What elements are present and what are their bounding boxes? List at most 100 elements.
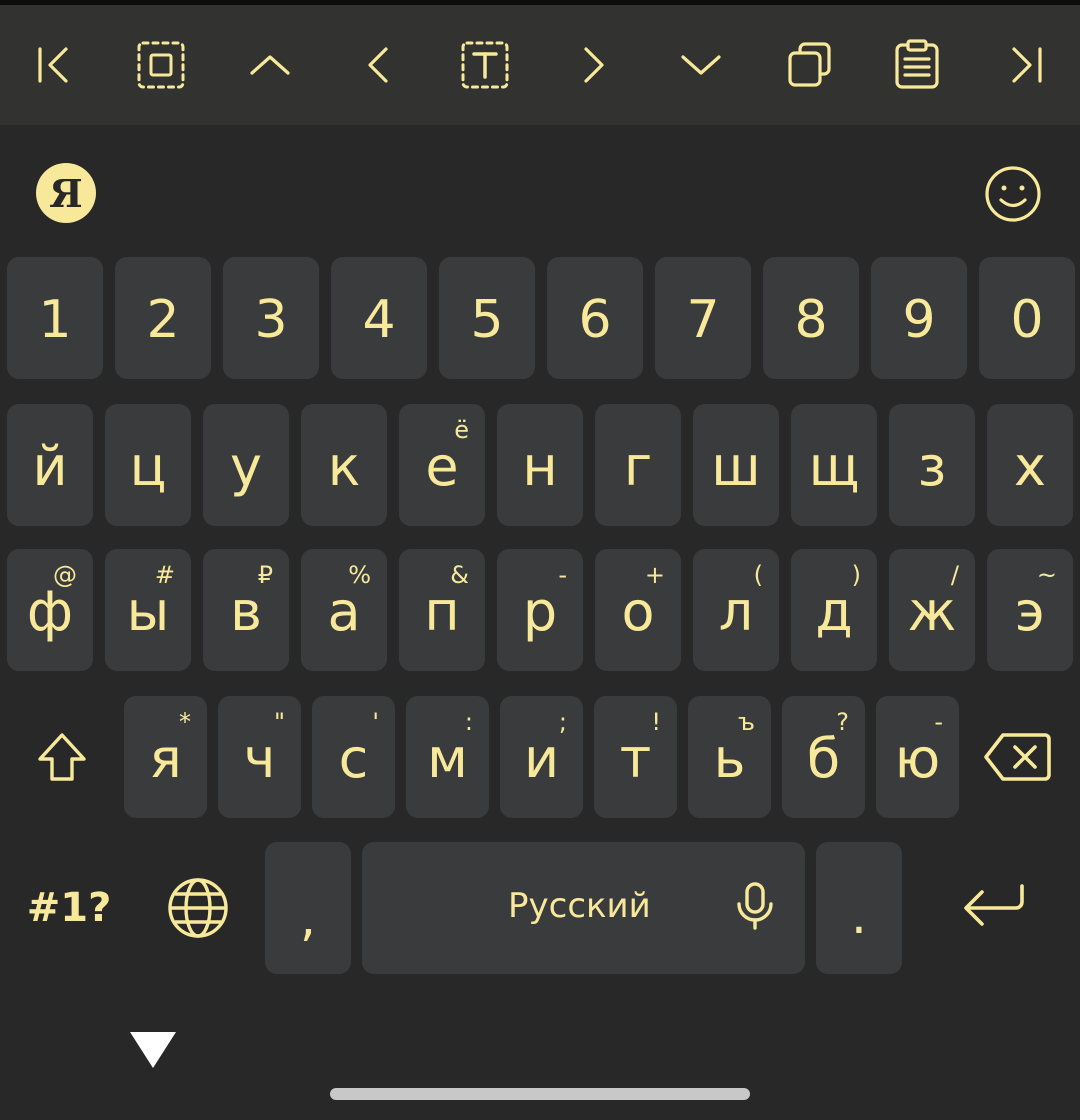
key-7-label: 7 — [686, 290, 720, 350]
period-key[interactable]: . — [816, 842, 902, 974]
key-row3-4[interactable]: и; — [500, 696, 583, 818]
key-row1-9-label: з — [917, 435, 947, 498]
key-1-label: 1 — [38, 290, 72, 350]
key-row1-8-label: щ — [808, 435, 860, 498]
microphone-icon[interactable] — [734, 882, 776, 930]
key-row3-2[interactable]: с ' — [312, 696, 395, 818]
key-7[interactable]: 7 — [655, 257, 751, 379]
key-row3-6-label: ь — [713, 727, 746, 790]
key-row2-1-hint: # — [154, 561, 175, 589]
key-6-label: 6 — [578, 290, 612, 350]
backspace-key[interactable] — [968, 696, 1068, 818]
key-row2-9[interactable]: ж / — [889, 549, 975, 671]
key-1[interactable]: 1 — [7, 257, 103, 379]
key-row3-1[interactable]: ч " — [218, 696, 301, 818]
key-4-label: 4 — [362, 290, 396, 350]
cursor-up-icon[interactable] — [230, 5, 310, 125]
key-row2-7-hint: ( — [753, 561, 763, 589]
shift-icon — [38, 733, 86, 781]
key-row1-10[interactable]: х — [987, 404, 1073, 526]
cursor-right-icon[interactable] — [554, 5, 634, 125]
key-9[interactable]: 9 — [871, 257, 967, 379]
key-row2-9-label: ж — [907, 580, 957, 643]
key-row3-3[interactable]: м: — [406, 696, 489, 818]
key-row2-10[interactable]: э ~ — [987, 549, 1073, 671]
cursor-left-icon[interactable] — [338, 5, 418, 125]
yandex-logo-button[interactable]: Я — [36, 163, 96, 223]
key-row2-7-label: л — [718, 580, 754, 643]
key-row1-7[interactable]: ш — [693, 404, 779, 526]
emoji-icon[interactable] — [982, 163, 1044, 225]
key-row3-8[interactable]: ю- — [876, 696, 959, 818]
key-8[interactable]: 8 — [763, 257, 859, 379]
select-all-icon[interactable] — [121, 5, 201, 125]
key-row2-1-label: ы — [126, 580, 170, 643]
home-gesture-bar[interactable] — [330, 1088, 750, 1100]
shift-key[interactable] — [14, 696, 110, 818]
key-row1-6[interactable]: г — [595, 404, 681, 526]
key-row3-2-label: с — [338, 727, 369, 790]
key-row2-3-hint: % — [348, 561, 371, 589]
comma-key[interactable]: , — [265, 842, 351, 974]
key-row3-6-hint: ъ — [738, 708, 755, 736]
period-key-label: . — [851, 887, 867, 945]
key-row3-0-label: я — [149, 727, 182, 790]
key-row3-7[interactable]: б? — [782, 696, 865, 818]
key-row3-4-label: и — [523, 727, 560, 790]
key-row2-0-label: ф — [26, 580, 74, 643]
key-row2-3[interactable]: а% — [301, 549, 387, 671]
key-row1-1[interactable]: ц — [105, 404, 191, 526]
symbols-key[interactable]: #1? — [14, 842, 124, 974]
key-row1-1-label: ц — [129, 435, 167, 498]
key-row2-0[interactable]: ф @ — [7, 549, 93, 671]
key-5[interactable]: 5 — [439, 257, 535, 379]
key-6[interactable]: 6 — [547, 257, 643, 379]
key-3[interactable]: 3 — [223, 257, 319, 379]
key-row2-2[interactable]: в ₽ — [203, 549, 289, 671]
key-row2-8-label: д — [815, 580, 853, 643]
key-row2-8-hint: ) — [851, 561, 861, 589]
key-row2-9-hint: / — [950, 561, 959, 589]
key-row2-1[interactable]: ы # — [105, 549, 191, 671]
key-row1-0[interactable]: й — [7, 404, 93, 526]
copy-icon[interactable] — [770, 5, 850, 125]
enter-key[interactable] — [940, 842, 1050, 974]
select-text-icon[interactable] — [445, 5, 525, 125]
key-row3-6[interactable]: ьъ — [688, 696, 771, 818]
key-row1-9[interactable]: з — [889, 404, 975, 526]
cursor-start-icon[interactable] — [14, 5, 94, 125]
key-row3-5[interactable]: т! — [594, 696, 677, 818]
hide-keyboard-icon[interactable] — [128, 1030, 178, 1070]
key-row2-4[interactable]: п & — [399, 549, 485, 671]
key-8-label: 8 — [794, 290, 828, 350]
key-row3-7-hint: ? — [836, 708, 849, 736]
clipboard-icon[interactable] — [877, 5, 957, 125]
key-row3-4-hint: ; — [558, 708, 567, 736]
key-row2-8[interactable]: д) — [791, 549, 877, 671]
key-2[interactable]: 2 — [115, 257, 211, 379]
key-row2-5[interactable]: р- — [497, 549, 583, 671]
key-row2-7[interactable]: л( — [693, 549, 779, 671]
key-4[interactable]: 4 — [331, 257, 427, 379]
key-row3-1-label: ч — [243, 727, 276, 790]
key-row2-6[interactable]: о + — [595, 549, 681, 671]
space-key[interactable]: Русский — [362, 842, 805, 974]
key-row1-6-label: г — [623, 435, 653, 498]
key-row1-8[interactable]: щ — [791, 404, 877, 526]
key-row1-2[interactable]: у — [203, 404, 289, 526]
key-row1-5-label: н — [522, 435, 558, 498]
key-row3-3-label: м — [427, 727, 468, 790]
key-row1-5[interactable]: н — [497, 404, 583, 526]
key-row2-3-label: а — [327, 580, 361, 643]
key-row2-2-hint: ₽ — [257, 561, 273, 589]
cursor-down-icon[interactable] — [661, 5, 741, 125]
key-row1-4-label: е — [425, 435, 459, 498]
key-row3-0[interactable]: я * — [124, 696, 207, 818]
key-0[interactable]: 0 — [979, 257, 1075, 379]
key-row1-3[interactable]: к — [301, 404, 387, 526]
key-row1-10-label: х — [1014, 435, 1046, 498]
key-row1-4[interactable]: её — [399, 404, 485, 526]
backspace-icon — [984, 733, 1051, 781]
cursor-end-icon[interactable] — [986, 5, 1066, 125]
language-key[interactable] — [140, 842, 256, 974]
